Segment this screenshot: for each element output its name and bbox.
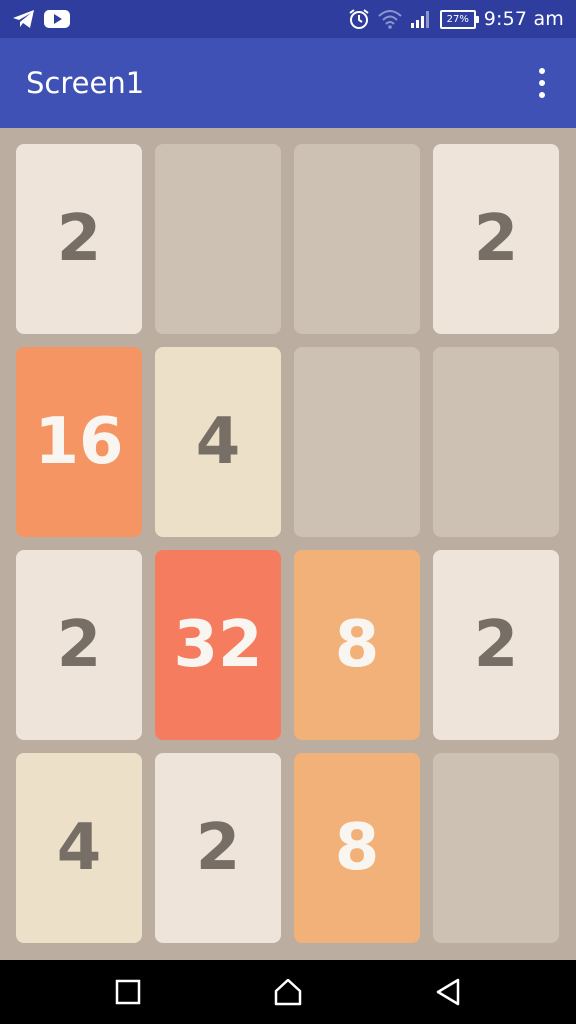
back-triangle-icon[interactable] — [432, 976, 464, 1008]
signal-icon — [410, 11, 429, 28]
recents-square-icon[interactable] — [112, 976, 144, 1008]
tile: 8 — [294, 550, 420, 740]
tile: 32 — [155, 550, 281, 740]
status-left-icons — [12, 8, 70, 30]
battery-icon: 27% — [439, 9, 479, 29]
telegram-icon — [13, 10, 34, 28]
status-bar: 27% 9:57 am — [0, 0, 576, 38]
empty-tile — [294, 347, 420, 537]
tile: 2 — [16, 550, 142, 740]
tile: 8 — [294, 753, 420, 943]
empty-tile — [433, 347, 559, 537]
overflow-menu-icon[interactable] — [530, 68, 554, 98]
youtube-icon — [44, 10, 70, 28]
home-icon[interactable] — [272, 976, 304, 1008]
wifi-icon — [378, 10, 402, 29]
tile: 4 — [16, 753, 142, 943]
app-bar: Screen1 — [0, 38, 576, 128]
app-title: Screen1 — [26, 66, 145, 100]
empty-tile — [155, 144, 281, 334]
tile: 2 — [433, 144, 559, 334]
tile: 2 — [16, 144, 142, 334]
navigation-bar — [0, 960, 576, 1024]
tile: 16 — [16, 347, 142, 537]
status-time: 9:57 am — [483, 8, 564, 30]
tile: 4 — [155, 347, 281, 537]
alarm-icon — [349, 9, 369, 29]
tile: 2 — [433, 550, 559, 740]
status-right-icons: 27% 9:57 am — [348, 6, 564, 32]
empty-tile — [433, 753, 559, 943]
game-board[interactable]: 2 2 16 4 2 32 8 2 4 2 8 — [0, 128, 576, 960]
tile: 2 — [155, 753, 281, 943]
empty-tile — [294, 144, 420, 334]
